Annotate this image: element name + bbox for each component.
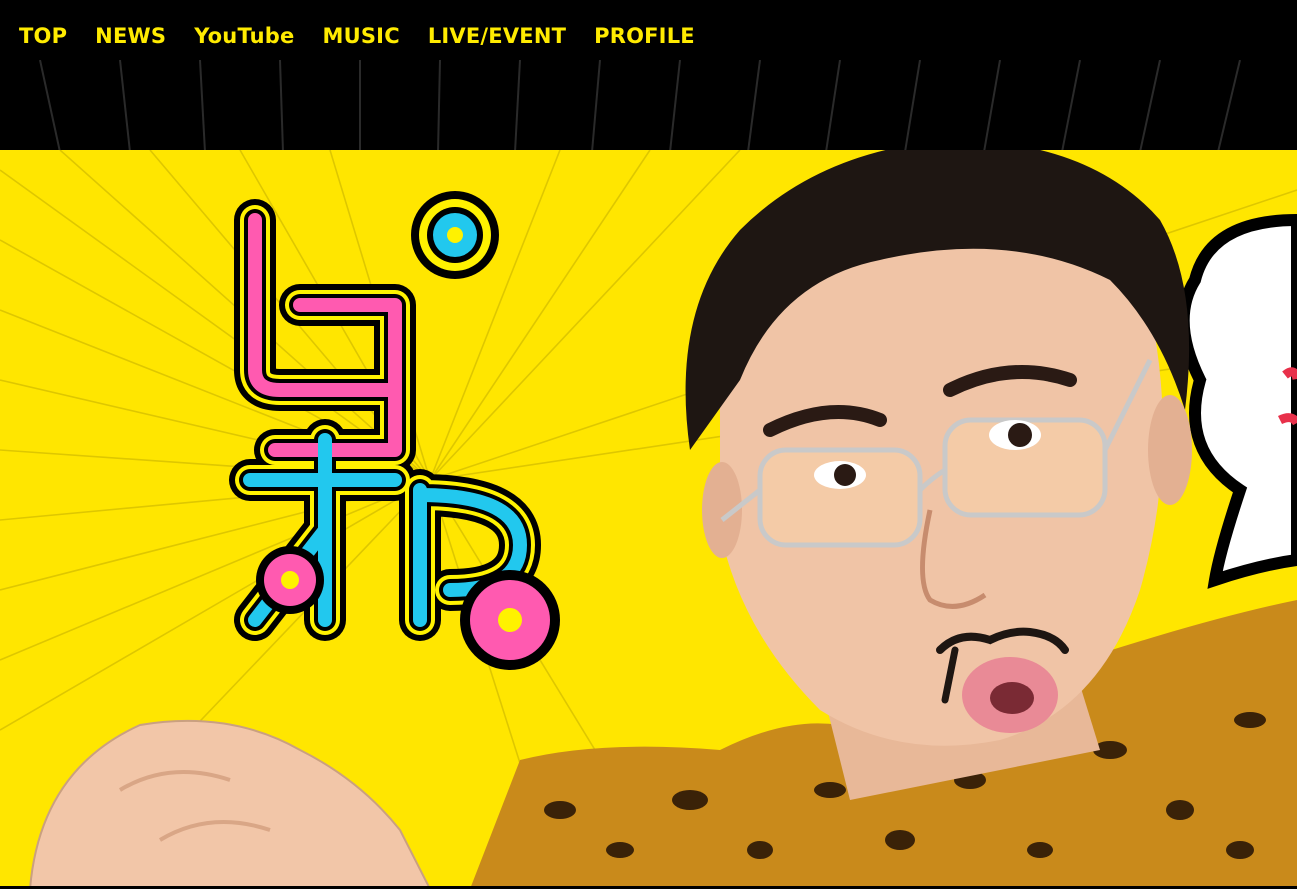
nav-item-top[interactable]: TOP	[19, 20, 67, 52]
main-nav: TOP NEWS YouTube MUSIC LIVE/EVENT PROFIL…	[19, 20, 723, 52]
nav-item-profile[interactable]: PROFILE	[594, 20, 695, 52]
hero-artwork	[0, 150, 1297, 889]
top-nav-bar: TOP NEWS YouTube MUSIC LIVE/EVENT PROFIL…	[0, 0, 1297, 150]
hero-banner	[0, 150, 1297, 889]
nav-item-youtube[interactable]: YouTube	[194, 20, 294, 52]
speech-bubble	[1177, 213, 1297, 589]
nav-item-news[interactable]: NEWS	[95, 20, 166, 52]
nav-item-live-event[interactable]: LIVE/EVENT	[428, 20, 566, 52]
fist	[28, 719, 432, 889]
pikotaro-logo	[229, 191, 560, 670]
nav-item-music[interactable]: MUSIC	[323, 20, 400, 52]
nav-speed-lines	[39, 60, 1241, 150]
